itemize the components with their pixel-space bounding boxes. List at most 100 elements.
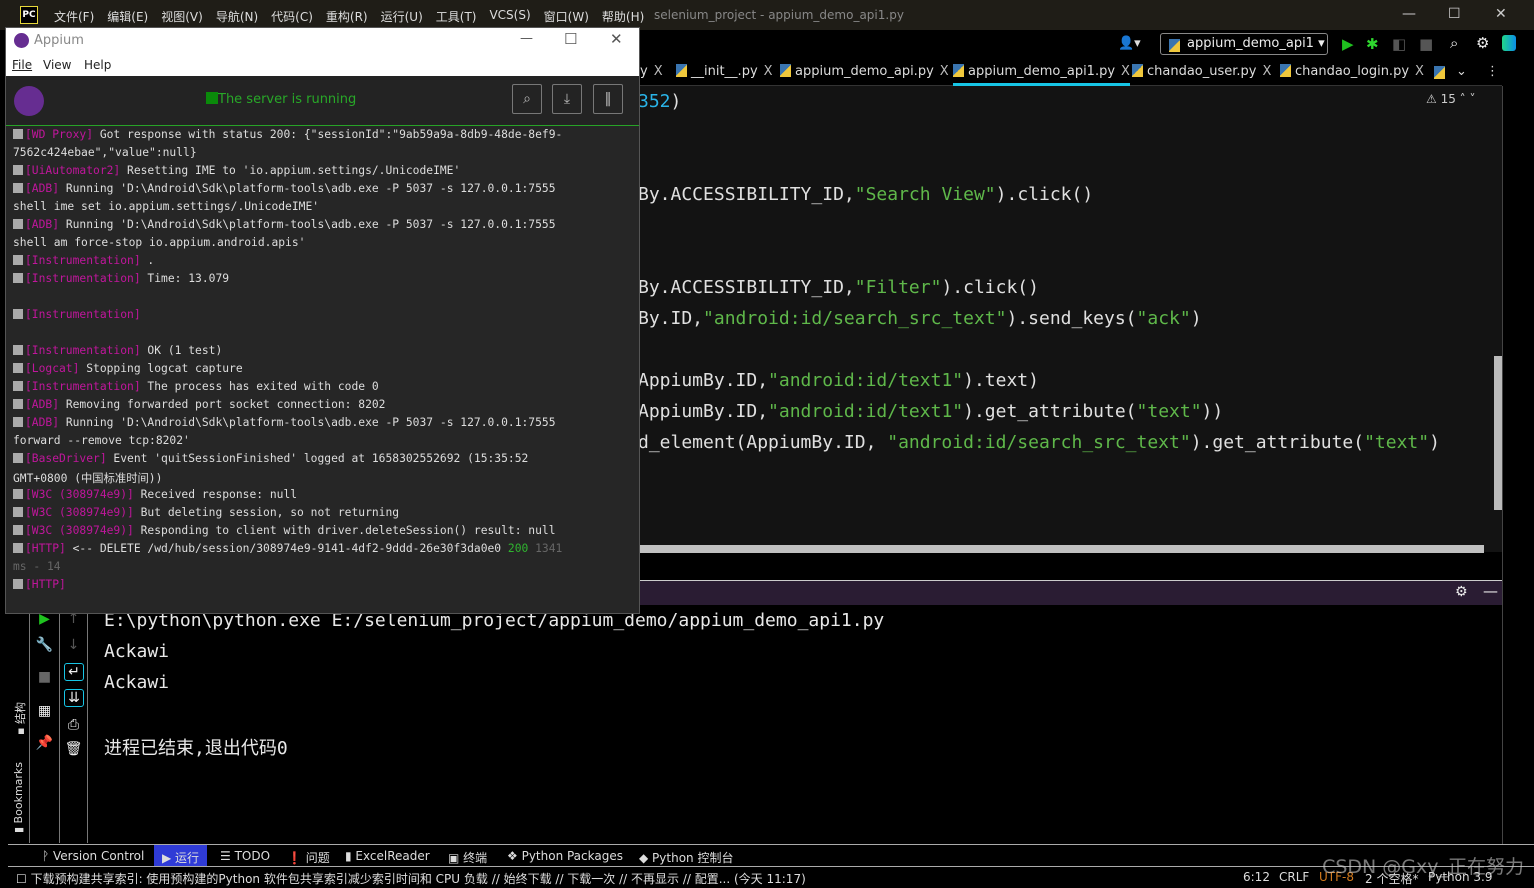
maximize-button[interactable]: ☐ [1448, 6, 1461, 22]
wrench-icon[interactable]: 🔧 [30, 637, 59, 653]
ide-menu-item[interactable]: 运行(U) [381, 8, 423, 25]
caret-position[interactable]: 6:12 [1243, 870, 1270, 884]
stop-icon[interactable]: ■ [1419, 35, 1433, 53]
log-line: [HTTP] <-- DELETE /wd/hub/session/308974… [13, 542, 562, 555]
tab-label: chandao_user.py [1147, 64, 1257, 79]
log-text: Running 'D:\Android\Sdk\platform-tools\a… [59, 416, 556, 429]
appium-maximize-button[interactable]: ☐ [564, 30, 577, 48]
line-separator[interactable]: CRLF [1279, 870, 1309, 884]
ide-menu-item[interactable]: 重构(R) [326, 8, 368, 25]
log-line: [ADB] Running 'D:\Android\Sdk\platform-t… [13, 182, 556, 195]
log-terminal-icon [13, 345, 23, 355]
editor-tab[interactable]: __init__.py X [676, 64, 773, 79]
hide-panel-icon[interactable]: — [1483, 582, 1498, 600]
menu-view[interactable]: View [43, 58, 71, 72]
tab-close-icon[interactable]: X [1263, 64, 1272, 79]
menu-help[interactable]: Help [84, 58, 111, 72]
print-icon[interactable]: ⎙ [60, 717, 87, 733]
tabs-dropdown-icon[interactable]: ⌄ [1456, 64, 1467, 79]
debug-icon[interactable]: ✱ [1366, 35, 1379, 53]
appium-log[interactable]: [WD Proxy] Got response with status 200:… [6, 126, 639, 614]
code-token: ).get_attribute( [963, 401, 1137, 422]
tab-close-icon[interactable]: X [764, 64, 773, 79]
search-icon[interactable]: ⌕ [1450, 34, 1458, 52]
status-message[interactable]: ☐ 下载预构建共享索引: 使用预构建的Python 软件包共享索引减少索引时间和… [16, 870, 806, 887]
run-settings-gear-icon[interactable]: ⚙ [1455, 584, 1468, 600]
stop-icon[interactable]: ■ [30, 669, 59, 685]
editor-tab[interactable]: yX [640, 64, 663, 79]
log-text: The process has exited with code 0 [140, 380, 379, 393]
code-token: By.ACCESSIBILITY_ID, [638, 184, 855, 205]
ide-menu-item[interactable]: 窗口(W) [544, 8, 589, 25]
horizontal-scrollbar[interactable] [640, 545, 1484, 553]
down-arrow-icon[interactable]: ↓ [60, 637, 87, 653]
ide-menu-item[interactable]: 代码(C) [271, 8, 313, 25]
appium-minimize-button[interactable]: — [520, 31, 533, 46]
appium-title-bar: Appium — ☐ ✕ [6, 28, 639, 53]
editor-tab[interactable]: appium_demo_api1.py X [953, 64, 1130, 86]
minimize-button[interactable]: — [1402, 6, 1416, 22]
jetbrains-logo-icon[interactable] [1502, 35, 1516, 51]
user-icon[interactable]: 👤▾ [1118, 36, 1141, 51]
trash-icon[interactable]: 🗑 [60, 741, 87, 757]
tool-window-button[interactable]: ▣ 终端 [448, 849, 487, 866]
tool-icon: ᚹ [42, 849, 54, 863]
ide-menu-item[interactable]: 工具(T) [436, 8, 477, 25]
log-tag: [BaseDriver] [25, 452, 107, 465]
appium-close-button[interactable]: ✕ [610, 30, 623, 48]
run-console-output[interactable]: E:\python\python.exe E:/selenium_project… [88, 605, 1502, 843]
python-file-icon [780, 64, 791, 77]
ide-menu-item[interactable]: 编辑(E) [107, 8, 148, 25]
code-token: ).click() [995, 184, 1094, 205]
ide-menu-item[interactable]: 帮助(H) [602, 8, 644, 25]
pause-button[interactable]: ‖ [593, 84, 623, 114]
console-line: Ackawi [104, 672, 170, 693]
tool-window-button[interactable]: ᚹ Version Control [42, 849, 144, 863]
tool-window-button[interactable]: ▮ ExcelReader [345, 849, 430, 863]
tool-window-button[interactable]: ▶ 运行 [154, 845, 208, 866]
log-line: [Instrumentation] The process has exited… [13, 380, 379, 393]
editor-tab[interactable]: appium_demo_api.py X [780, 64, 949, 79]
structure-tab[interactable]: ▪ 结构 [12, 702, 28, 735]
download-logs-button[interactable]: ⤓ [552, 84, 582, 114]
tab-close-icon[interactable]: X [654, 64, 663, 79]
tool-window-button[interactable]: ◆ Python 控制台 [639, 849, 733, 866]
bookmarks-tab[interactable]: ▮ Bookmarks [12, 762, 25, 833]
editor-tab[interactable]: chandao_login.py X [1280, 64, 1424, 79]
log-terminal-icon [13, 489, 23, 499]
vertical-scrollbar[interactable] [1494, 356, 1502, 510]
tab-close-icon[interactable]: X [1121, 64, 1130, 79]
editor-tab[interactable]: chandao_user.py X [1132, 64, 1271, 79]
tab-close-icon[interactable]: X [940, 64, 949, 79]
warnings-indicator[interactable]: ⚠ 15 ˄ ˅ [1426, 92, 1476, 106]
log-terminal-icon [13, 525, 23, 535]
log-line: GMT+0800 (中国标准时间)) [13, 470, 162, 486]
run-icon[interactable]: ▶ [1342, 35, 1354, 53]
tool-window-button[interactable]: ☰ TODO [220, 849, 270, 863]
code-editor[interactable]: 352) By.ACCESSIBILITY_ID,"Search View").c… [638, 86, 1502, 552]
menu-file[interactable]: File [12, 58, 32, 72]
more-icon[interactable]: ⋮ [1486, 64, 1499, 79]
tool-window-button[interactable]: ❗ 问题 [287, 849, 330, 866]
layout-icon[interactable]: ▦ [30, 703, 59, 719]
log-tag: [ADB] [25, 218, 60, 231]
tab-close-icon[interactable]: X [1415, 64, 1424, 79]
log-line: [Instrumentation] [13, 308, 141, 321]
ide-menu-item[interactable]: 文件(F) [54, 8, 94, 25]
soft-wrap-icon[interactable]: ↵ [64, 663, 84, 681]
close-button[interactable]: ✕ [1495, 6, 1507, 22]
log-tag: [WD Proxy] [25, 128, 94, 141]
code-token: "text" [1364, 432, 1430, 453]
ide-menu-item[interactable]: 视图(V) [161, 8, 203, 25]
gear-icon[interactable]: ⚙ [1476, 34, 1489, 52]
run-config-select[interactable]: appium_demo_api1 ▾ [1160, 33, 1328, 55]
pin-icon[interactable]: 📌 [30, 735, 59, 751]
ide-menu-item[interactable]: VCS(S) [489, 8, 530, 25]
coverage-icon[interactable]: ◧ [1392, 35, 1406, 53]
tool-window-button[interactable]: ❖ Python Packages [507, 849, 623, 863]
log-line: forward --remove tcp:8202' [13, 434, 190, 447]
scroll-to-end-icon[interactable]: ⇊ [64, 689, 84, 707]
code-token: ).text) [963, 370, 1039, 391]
search-logs-button[interactable]: ⌕ [512, 84, 542, 114]
ide-menu-item[interactable]: 导航(N) [216, 8, 258, 25]
